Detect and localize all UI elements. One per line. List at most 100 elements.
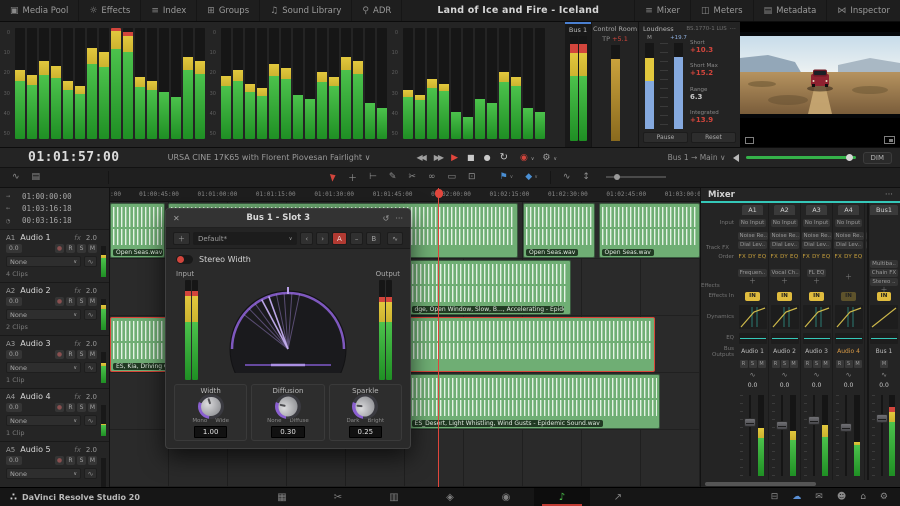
strip-gain-value[interactable]: 0.0 xyxy=(879,382,889,389)
knob-value[interactable]: 1.00 xyxy=(194,426,228,438)
track-rsm-button[interactable]: M xyxy=(88,244,97,253)
preset-dropdown[interactable]: Default*∨ xyxy=(193,232,297,245)
panel-toggle-button[interactable]: ⊞ Groups xyxy=(197,0,260,21)
fast-forward-button[interactable]: ▶▶ xyxy=(434,153,442,162)
plugin-window-stereo-width[interactable]: ✕ Bus 1 - Slot 3 ↺ ··· ＋ Default*∨ ‹ › A… xyxy=(165,208,411,449)
strip-gain-value[interactable]: 0.0 xyxy=(812,382,822,389)
effects-in-button[interactable]: IN xyxy=(877,292,892,301)
effect-slot[interactable]: FL EQ xyxy=(807,269,827,277)
clip-gain-icon[interactable]: ▭ xyxy=(447,172,456,182)
effects-in-button[interactable]: IN xyxy=(841,292,856,301)
monitor-volume-slider[interactable] xyxy=(746,156,856,159)
automation-icon[interactable]: ∿ xyxy=(12,172,20,182)
fader-section[interactable] xyxy=(865,391,867,480)
effects-in-button[interactable]: IN xyxy=(745,292,760,301)
pencil-icon[interactable]: ✎ xyxy=(389,172,397,182)
track-fx-slot[interactable]: Noise Re.. xyxy=(802,232,832,240)
dynamics-graph[interactable] xyxy=(771,305,799,329)
deliver-page[interactable]: ↗ xyxy=(590,488,646,506)
link-icon[interactable]: ∞ xyxy=(428,172,436,182)
timeline-selector[interactable]: URSA CINE 17K65 with Florent Piovesan Fa… xyxy=(168,153,371,162)
marker-color-icon[interactable]: ◆∨ xyxy=(525,172,538,182)
strip-rsm-button[interactable]: S xyxy=(813,360,821,368)
close-icon[interactable]: ✕ xyxy=(173,214,180,223)
dynamics-graph[interactable] xyxy=(870,305,898,329)
strip-rsm-button[interactable]: R xyxy=(836,360,844,368)
zoom-fit-icon[interactable]: ↕ xyxy=(582,172,590,182)
audio-clip[interactable]: Open Seas.wav xyxy=(599,203,700,258)
strip-id-tab[interactable]: A3 xyxy=(806,205,827,215)
track-fx-slot[interactable]: Dial Lev.. xyxy=(834,241,863,249)
strip-rsm-button[interactable]: M xyxy=(822,360,830,368)
edit-page[interactable]: ▥ xyxy=(366,488,422,506)
project-manager-icon[interactable]: ⊟ xyxy=(771,492,779,502)
mixer-channel-strip[interactable]: A3 No Input Noise Re.. Dial Lev.. FX DY … xyxy=(801,203,833,480)
history-icon[interactable]: ↺ xyxy=(383,214,390,223)
track-fx-slot[interactable]: Dial Lev.. xyxy=(802,241,831,249)
track-gain-value[interactable]: 0.0 xyxy=(6,403,22,412)
strip-id-tab[interactable]: A2 xyxy=(774,205,795,215)
knob-value[interactable]: 0.25 xyxy=(349,426,383,438)
strip-rsm-button[interactable]: M xyxy=(854,360,862,368)
strip-input[interactable]: No Input xyxy=(835,219,862,227)
cloud-icon[interactable]: ☁ xyxy=(792,492,801,502)
track-gain-value[interactable]: 0.0 xyxy=(6,244,22,253)
eq-graph[interactable] xyxy=(739,333,767,344)
strip-track-name[interactable]: Audio 3 xyxy=(805,348,828,355)
track-gain-value[interactable]: 0.0 xyxy=(6,350,22,359)
effects-in-button[interactable]: IN xyxy=(777,292,792,301)
dynamics-graph[interactable] xyxy=(739,305,767,329)
selection-pointer-icon[interactable] xyxy=(330,173,337,182)
strip-rsm-button[interactable]: R xyxy=(740,360,748,368)
panel-toggle-button[interactable]: ▣ Media Pool xyxy=(0,0,79,21)
pan-control[interactable]: ∿ xyxy=(846,371,852,379)
track-header[interactable]: A2 Audio 2 fx 2.0 0.0 ● RSM xyxy=(0,283,109,336)
ab-compare-a-button[interactable]: A xyxy=(332,232,347,245)
eq-graph[interactable] xyxy=(771,333,799,344)
track-gain-value[interactable]: 0.0 xyxy=(6,297,22,306)
track-input-dropdown[interactable]: None∨ xyxy=(6,362,81,373)
speaker-icon[interactable] xyxy=(733,154,739,162)
track-fx-slot[interactable]: Dial Lev.. xyxy=(770,241,799,249)
strip-rsm-button[interactable]: M xyxy=(880,360,888,368)
track-rsm-button[interactable]: S xyxy=(77,244,86,253)
track-header[interactable]: A1 Audio 1 fx 2.0 0.0 ● RSM xyxy=(0,230,109,283)
flag-color-icon[interactable]: ⚑∨ xyxy=(500,172,514,182)
processing-order[interactable]: FX DY EQ xyxy=(803,254,831,260)
playhead-pin[interactable] xyxy=(435,189,443,198)
fader-section[interactable] xyxy=(769,391,800,480)
knob-control[interactable] xyxy=(200,396,222,417)
effect-slot[interactable]: Vocal Ch.. xyxy=(770,269,800,277)
effects-in-button[interactable]: IN xyxy=(809,292,824,301)
fusion-page[interactable]: ◈ xyxy=(422,488,478,506)
track-index-icon[interactable]: ▤ xyxy=(32,172,41,182)
timeline-ruler[interactable]: 01:00:30:0001:00:45:0001:01:00:0001:01:1… xyxy=(110,188,700,202)
audio-clip[interactable]: dge, Open Window, Slow, B..., Accelerati… xyxy=(409,260,572,315)
dynamics-graph[interactable] xyxy=(835,305,863,329)
cut-page[interactable]: ✂ xyxy=(310,488,366,506)
loop-button[interactable]: ↻ xyxy=(500,152,508,163)
automation-curve-button[interactable]: ∿ xyxy=(84,309,97,320)
arm-button[interactable]: ● xyxy=(55,456,64,465)
strip-input[interactable]: No Input xyxy=(803,219,830,227)
strip-rsm-button[interactable]: S xyxy=(781,360,789,368)
eq-graph[interactable] xyxy=(803,333,831,344)
range-selection-icon[interactable]: ＋ xyxy=(348,171,357,184)
track-header[interactable]: A5 Audio 5 fx 2.0 0.0 ● RSM xyxy=(0,442,109,487)
processing-order[interactable]: FX DY EQ xyxy=(771,254,799,260)
knob-control[interactable] xyxy=(277,396,299,417)
track-gain-value[interactable]: 0.0 xyxy=(6,456,22,465)
record-button[interactable]: ● xyxy=(484,153,491,162)
add-effect-button[interactable]: ＋ xyxy=(845,274,852,281)
playhead[interactable] xyxy=(438,188,439,487)
panel-toggle-button[interactable]: ≡ Index xyxy=(141,0,197,21)
collaboration-icon[interactable]: ☻ xyxy=(837,492,846,502)
dynamics-graph[interactable] xyxy=(803,305,831,329)
trim-icon[interactable]: ⊢ xyxy=(369,172,377,182)
processing-order[interactable]: FX DY EQ xyxy=(835,254,863,260)
track-rsm-button[interactable]: M xyxy=(88,350,97,359)
track-rsm-button[interactable]: S xyxy=(77,297,86,306)
panel-toggle-button[interactable]: ☼ Effects xyxy=(79,0,141,21)
panel-toggle-button[interactable]: ♫ Sound Library xyxy=(260,0,352,21)
strip-gain-value[interactable]: 0.0 xyxy=(844,382,854,389)
